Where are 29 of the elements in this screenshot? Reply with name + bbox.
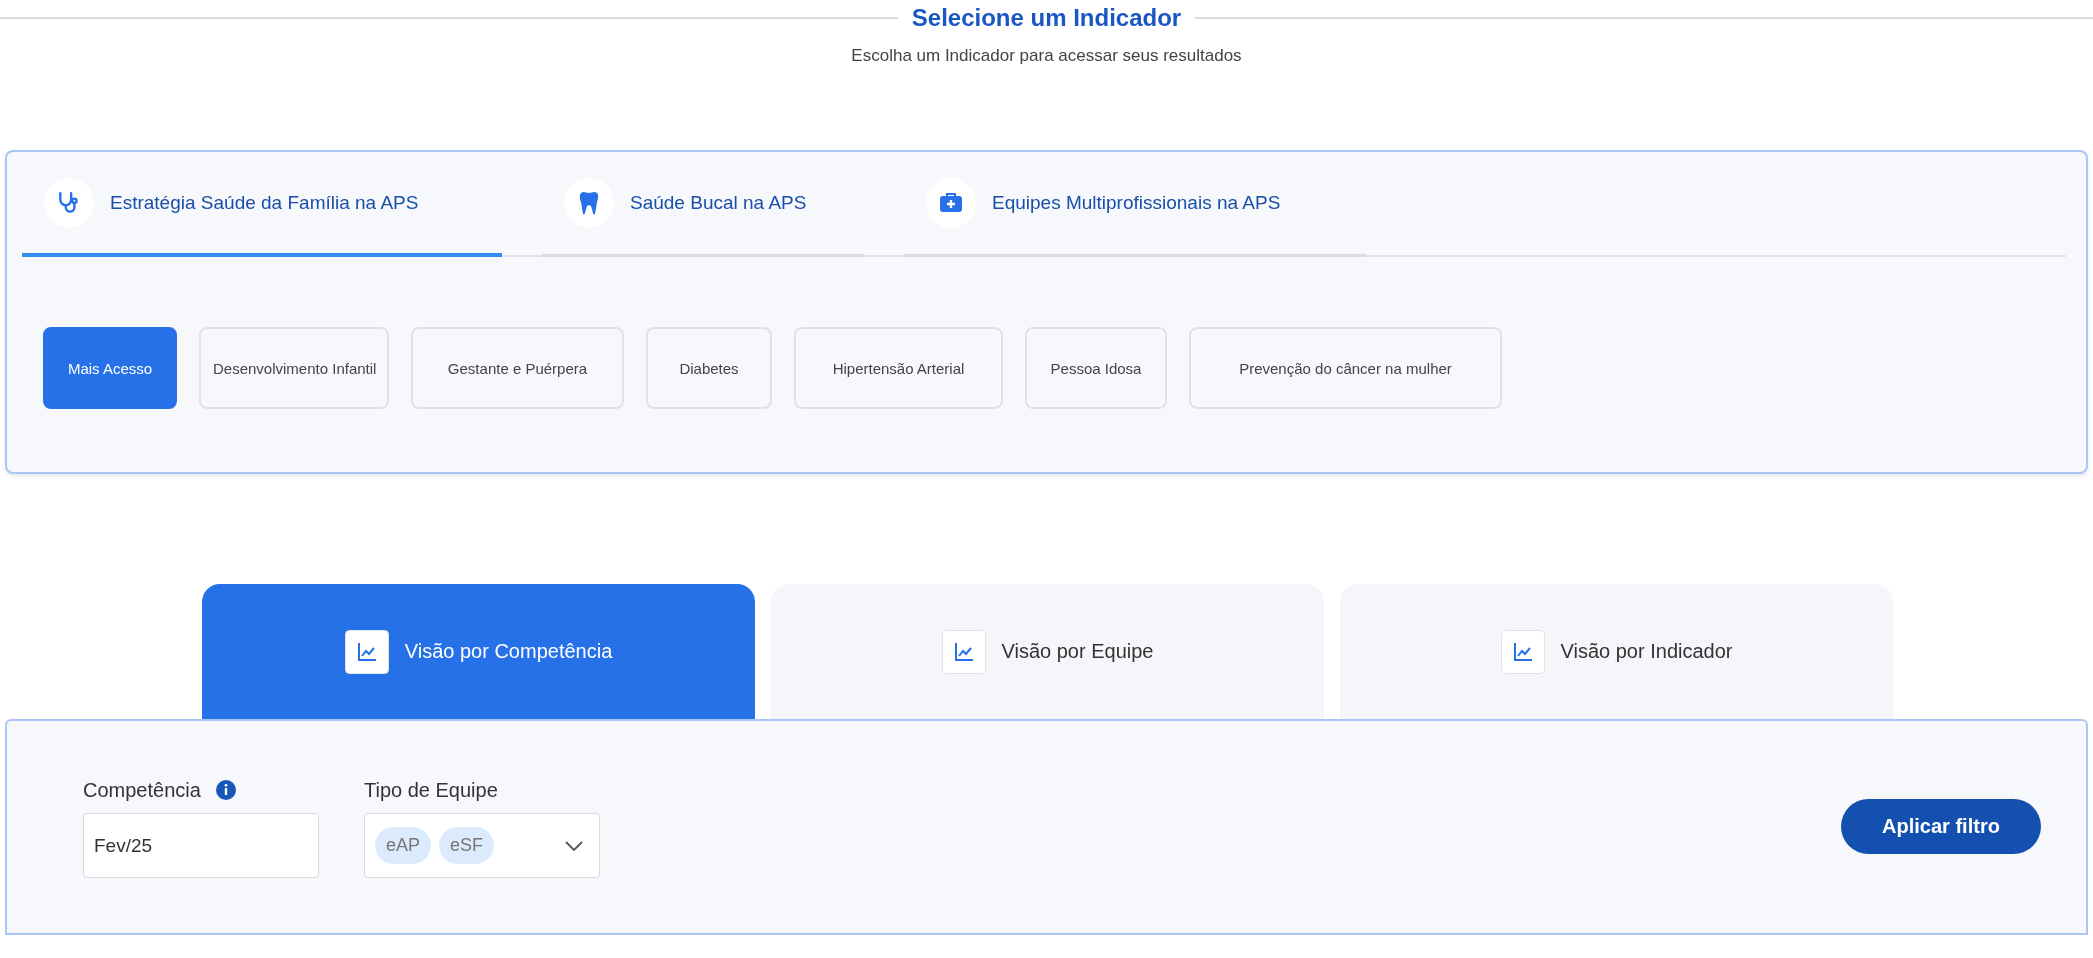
view-tab[interactable]: Visão por Indicador [1340,584,1893,719]
medkit-icon [938,191,964,215]
indicator-chip[interactable]: Pessoa Idosa [1025,327,1167,409]
indicator-chip[interactable]: Gestante e Puérpera [411,327,624,409]
team-tag: eSF [439,827,495,864]
tooth-icon [577,190,601,216]
indicator-chip[interactable]: Desenvolvimento Infantil [199,327,389,409]
competencia-field[interactable]: Fev/25 [83,813,319,878]
team-tag: eAP [375,827,432,864]
indicator-chip[interactable]: Diabetes [646,327,772,409]
team-type-select[interactable]: eAP eSF [364,813,600,878]
view-tab[interactable]: Visão por Competência [202,584,755,719]
info-icon[interactable] [214,779,237,801]
apply-filter-button[interactable]: Aplicar filtro [1841,799,2041,854]
field-label: Competência [83,778,201,802]
chart-icon [344,629,389,674]
category-tab[interactable]: Equipes Multiprofissionais na APS [904,152,1366,257]
field-label: Tipo de Equipe [364,778,498,802]
chevron-down-icon [565,840,583,851]
indicator-chip[interactable]: Hipertensão Arterial [794,327,1003,409]
indicator-chip[interactable]: Prevenção do câncer na mulher [1189,327,1502,409]
chart-icon [941,629,986,674]
section-subtitle: Escolha um Indicador para acessar seus resultados [850,46,1243,66]
section-title: Selecione um Indicador [911,4,1182,32]
view-tab[interactable]: Visão por Equipe [771,584,1324,719]
category-tab[interactable]: Saúde Bucal na APS [542,152,864,257]
category-tab[interactable]: Estratégia Saúde da Família na APS [22,152,502,257]
chart-icon [1500,629,1545,674]
indicator-chip[interactable]: Mais Acesso [43,327,177,409]
